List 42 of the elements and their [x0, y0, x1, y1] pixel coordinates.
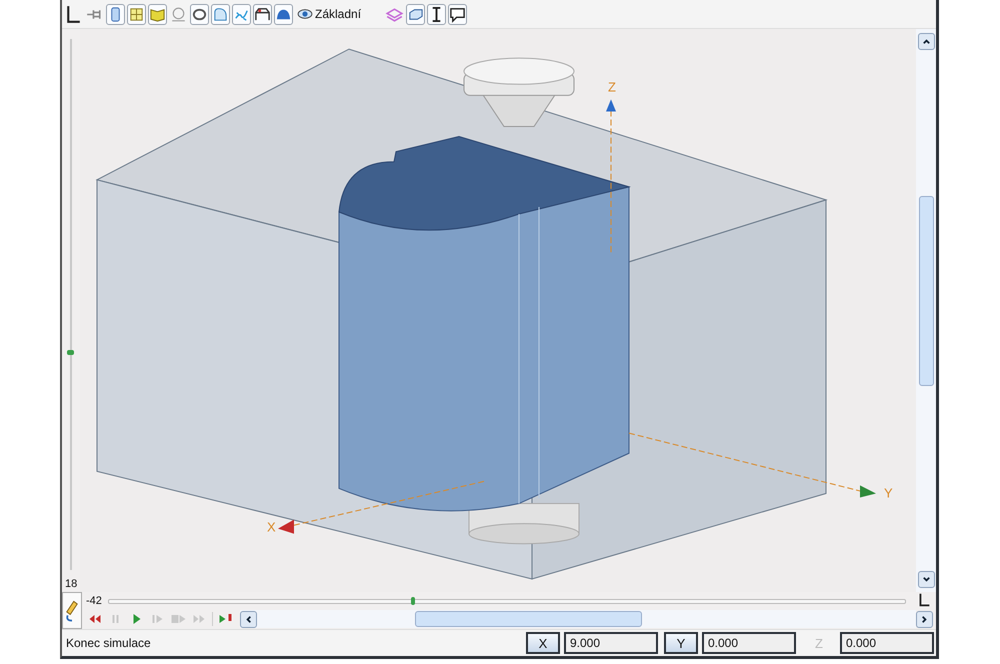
scrollbar-thumb[interactable]	[918, 196, 934, 386]
axis-label: X	[267, 520, 276, 535]
view-mode-label: Základní	[315, 7, 362, 21]
chevron-up-icon	[922, 37, 930, 46]
scroll-left-button[interactable]	[240, 610, 257, 628]
grid-icon[interactable]	[127, 4, 146, 24]
speech-bubble-icon[interactable]	[448, 4, 468, 24]
chevron-down-icon	[922, 575, 930, 584]
status-message: Konec simulace	[66, 636, 152, 650]
scroll-down-button[interactable]	[918, 571, 934, 588]
position-slider-thumb[interactable]	[411, 596, 416, 604]
axis-label: Z	[608, 79, 616, 94]
chevron-left-icon	[244, 614, 253, 624]
vertical-scrollbar[interactable]	[916, 29, 936, 592]
depth-slider-thumb[interactable]	[67, 350, 74, 356]
ring-icon[interactable]	[190, 4, 209, 24]
axis-button[interactable]: Y	[664, 632, 698, 654]
view-mode-button[interactable]: Základní	[295, 7, 364, 21]
book-icon[interactable]	[148, 4, 167, 24]
run-to-stop-icon[interactable]	[217, 613, 234, 625]
scroll-up-button[interactable]	[918, 33, 934, 50]
chevron-right-icon	[920, 614, 929, 624]
axis-label: Y	[884, 485, 893, 500]
curve-icon[interactable]	[211, 4, 230, 24]
horizontal-scrollbar[interactable]	[240, 610, 916, 628]
axis-button[interactable]: X	[526, 632, 560, 654]
depth-reading: 18	[64, 578, 78, 590]
text-cursor-icon[interactable]	[427, 4, 446, 24]
position-reading: -42	[86, 594, 102, 606]
depth-slider[interactable]	[66, 39, 76, 570]
ruler-icon[interactable]	[64, 4, 83, 24]
device-icon[interactable]	[106, 4, 125, 24]
position-slider[interactable]	[108, 596, 906, 606]
eye-icon	[297, 8, 313, 20]
scroll-right-button[interactable]	[916, 610, 933, 628]
cap-icon[interactable]	[274, 4, 293, 24]
coordinate-field[interactable]: 9.000	[564, 632, 658, 654]
eraser-button[interactable]	[62, 592, 82, 629]
coordinate-field[interactable]: 0.000	[702, 632, 796, 654]
bridge-icon[interactable]	[253, 4, 272, 24]
box-icon[interactable]	[406, 4, 426, 24]
scrollbar-thumb[interactable]	[415, 611, 642, 627]
